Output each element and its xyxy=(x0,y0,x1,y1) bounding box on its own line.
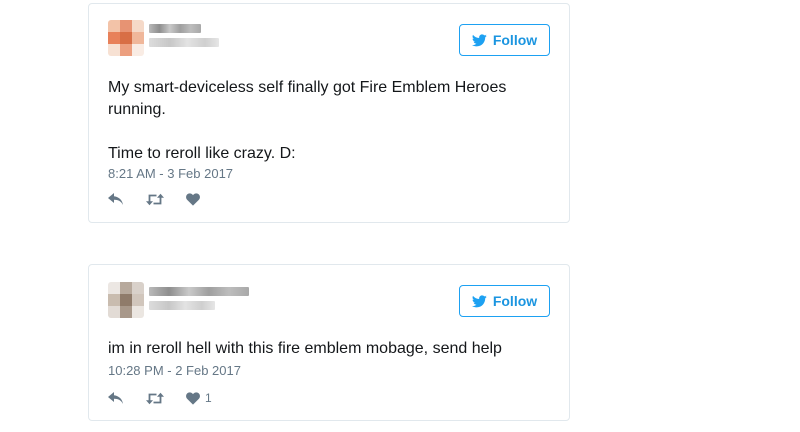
reply-button[interactable] xyxy=(108,391,124,405)
tweet-text: im in reroll hell with this fire emblem … xyxy=(108,340,502,357)
retweet-button[interactable] xyxy=(146,392,164,405)
like-count: 1 xyxy=(205,391,212,405)
tweet-timestamp[interactable]: 10:28 PM - 2 Feb 2017 xyxy=(108,363,241,378)
follow-button[interactable]: Follow xyxy=(459,285,550,317)
tweet-timestamp[interactable]: 8:21 AM - 3 Feb 2017 xyxy=(108,166,233,181)
avatar[interactable] xyxy=(108,282,144,318)
tweet-text: My smart-deviceless self finally got Fir… xyxy=(108,79,507,162)
retweet-icon xyxy=(146,193,164,206)
twitter-bird-icon xyxy=(471,33,487,46)
tweet-actions: 1 xyxy=(108,391,234,405)
reply-icon xyxy=(108,391,123,404)
twitter-bird-icon xyxy=(471,294,487,307)
follow-button[interactable]: Follow xyxy=(459,24,550,56)
author-name[interactable] xyxy=(149,24,201,33)
avatar[interactable] xyxy=(108,20,144,56)
follow-label: Follow xyxy=(492,32,538,48)
reply-icon xyxy=(108,193,123,205)
author-name[interactable] xyxy=(149,287,249,296)
follow-label: Follow xyxy=(492,293,538,309)
heart-icon xyxy=(186,193,200,206)
tweet-actions xyxy=(108,193,227,206)
author-block[interactable] xyxy=(149,24,219,52)
retweet-button[interactable] xyxy=(146,193,164,206)
retweet-icon xyxy=(146,392,164,404)
tweet-card: Follow My smart-deviceless self finally … xyxy=(88,3,570,223)
tweet-card: Follow im in reroll hell with this fire … xyxy=(88,264,570,421)
author-handle[interactable] xyxy=(149,38,219,47)
like-button[interactable]: 1 xyxy=(186,391,212,405)
heart-icon xyxy=(186,391,200,405)
like-button[interactable] xyxy=(186,193,205,206)
reply-button[interactable] xyxy=(108,193,124,206)
author-handle[interactable] xyxy=(149,301,215,310)
author-block[interactable] xyxy=(149,287,249,315)
